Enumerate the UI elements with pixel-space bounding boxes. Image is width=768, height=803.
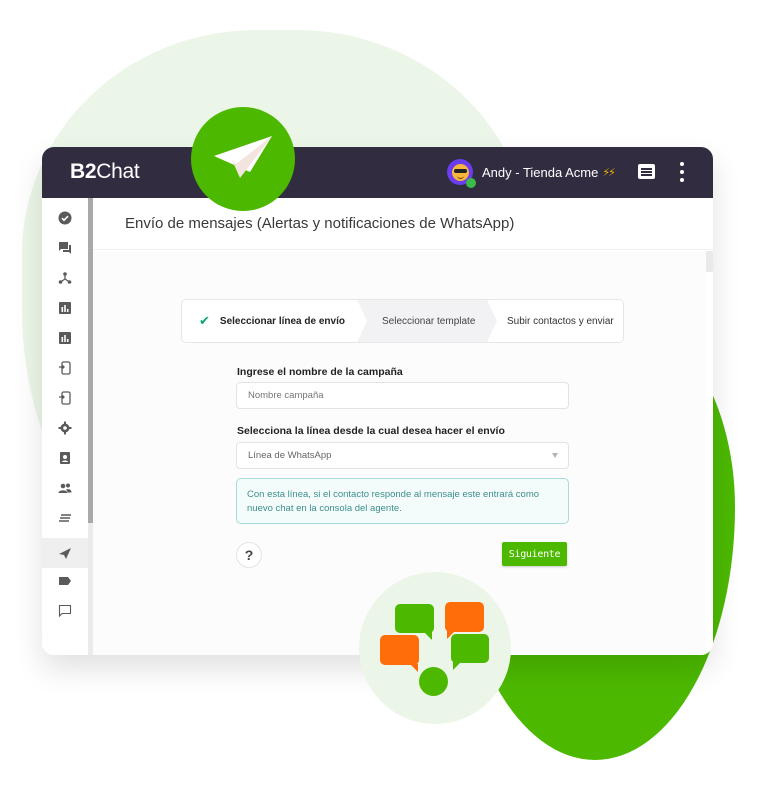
sidebar-item-contacts[interactable] [42,443,88,473]
step-label: Subir contactos y enviar [507,315,614,327]
whatsapp-line-select[interactable]: Línea de WhatsApp [236,442,569,469]
step-label: Seleccionar línea de envío [219,315,345,327]
top-bar: B2Chat Andy - Tienda Acme ⚡⚡ [42,147,713,198]
speech-bubble-icon [380,635,419,672]
settings-icon [58,421,72,435]
sidebar-item-settings[interactable] [42,413,88,443]
contact-card-icon [60,452,70,464]
help-button[interactable]: ? [236,542,262,568]
sidebar-item-status[interactable] [42,203,88,233]
chevron-down-icon [552,453,558,458]
sidebar-item-integrations[interactable] [42,353,88,383]
sidebar-item-tags[interactable] [42,566,88,596]
sunglasses-emoji-icon [451,163,469,181]
step-upload-contacts[interactable]: Subir contactos y enviar [487,300,623,342]
more-vert-icon[interactable] [679,162,685,182]
paper-plane-badge [191,107,295,211]
chat-bubbles-badge [359,572,511,724]
paper-plane-icon [214,136,272,178]
forum-icon [59,242,71,254]
speech-bubble-icon [451,634,489,670]
app-window: B2Chat Andy - Tienda Acme ⚡⚡ Envío de me… [42,147,713,655]
hub-icon [58,272,72,284]
sidebar-item-reports[interactable] [42,293,88,323]
sidebar-item-integrations-2[interactable] [42,383,88,413]
check-circle-icon [58,211,72,225]
avatar [447,159,476,188]
chat-icon[interactable] [638,164,655,179]
sidebar-item-messages[interactable] [42,596,88,626]
person-dot-icon [419,667,448,696]
campaign-name-input[interactable] [248,390,568,401]
sidebar-item-agents[interactable] [42,473,88,503]
lines-icon [59,514,71,522]
logo-prefix: B2 [70,160,97,183]
sidebar-item-analytics[interactable] [42,323,88,353]
user-menu[interactable]: Andy - Tienda Acme ⚡⚡ [447,159,616,188]
integration-icon [59,361,71,375]
send-icon [59,548,71,559]
integration-icon [59,391,71,405]
bar-chart-icon [59,302,71,314]
sidebar-item-flows[interactable] [42,263,88,293]
line-select-label: Selecciona la línea desde la cual desea … [237,425,505,437]
stepper: ✔ Seleccionar línea de envío Seleccionar… [181,299,624,343]
tag-icon [59,577,71,585]
group-icon [58,483,72,493]
campaign-name-label: Ingrese el nombre de la campaña [237,366,403,378]
sidebar-item-queues[interactable] [42,503,88,533]
page-title: Envío de mensajes (Alertas y notificacio… [125,215,515,232]
speech-bubble-icon [445,602,484,639]
user-name: Andy - Tienda Acme [482,164,599,180]
next-button[interactable]: Siguiente [502,542,567,566]
info-alert: Con esta línea, si el contacto responde … [236,478,569,524]
step-label: Seleccionar template [382,315,476,327]
lightning-bolt-icon: ⚡⚡ [602,166,616,179]
sidebar-item-broadcast[interactable] [42,538,88,568]
online-status-dot [466,178,476,188]
chat-bubble-outline-icon [58,604,72,618]
sidebar-item-chats[interactable] [42,233,88,263]
content-scrollbar[interactable] [706,251,713,272]
campaign-name-field[interactable] [236,382,569,409]
page-header: Envío de mensajes (Alertas y notificacio… [93,198,713,250]
logo-suffix: Chat [96,160,140,183]
bar-chart-icon [59,332,71,344]
check-icon: ✔ [199,313,210,328]
selected-line-value: Línea de WhatsApp [248,450,332,461]
sidebar [42,198,88,655]
speech-bubble-icon [395,604,434,640]
step-select-line[interactable]: ✔ Seleccionar línea de envío [182,300,357,342]
b2chat-logo[interactable]: B2Chat [70,160,140,184]
step-select-template[interactable]: Seleccionar template [357,300,487,342]
